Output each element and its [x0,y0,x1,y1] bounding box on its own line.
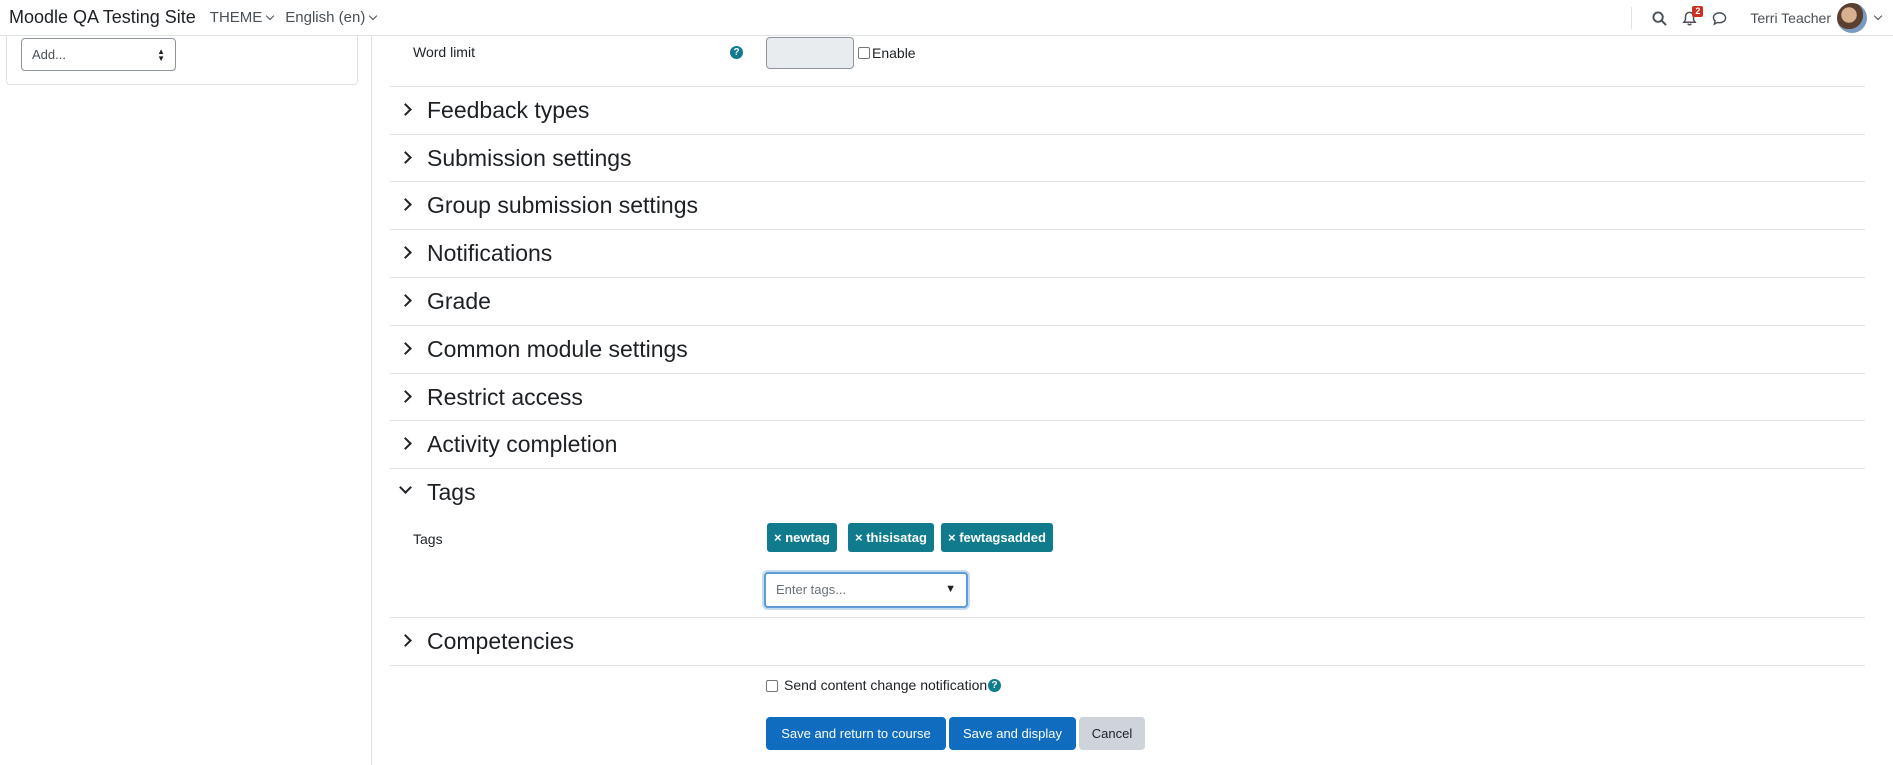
word-limit-label: Word limit [413,44,475,60]
section-title: Activity completion [427,431,618,457]
chevron-right-icon [399,151,412,164]
navbar-divider [1631,7,1633,29]
section-group-submission-settings[interactable]: Group submission settings [390,181,1865,229]
tag-newtag[interactable]: × newtag [767,523,837,552]
user-menu-name[interactable]: Terri Teacher [1750,10,1831,26]
language-menu[interactable]: English (en) [285,9,378,26]
left-drawer: Add... ▲ ▼ [0,36,372,765]
select-arrows-icon: ▲ ▼ [157,47,165,63]
word-limit-enable-checkbox[interactable] [858,47,870,59]
add-block-select-value: Add... [32,47,66,62]
section-title: Submission settings [427,145,632,171]
chevron-right-icon [399,246,412,259]
chevron-down-icon[interactable] [1873,11,1883,21]
section-common-module-settings[interactable]: Common module settings [390,325,1865,373]
send-notification-checkbox[interactable] [766,680,778,692]
save-and-return-button[interactable]: Save and return to course [766,717,946,750]
section-submission-settings[interactable]: Submission settings [390,134,1865,182]
tags-label: Tags [413,531,443,547]
section-title: Grade [427,288,491,314]
tags-row: Tags × newtag × thisisatag × fewtagsadde… [390,520,1865,620]
section-title: Competencies [427,628,575,654]
chevron-down-icon [266,11,275,20]
search-button[interactable] [1646,5,1672,31]
dropdown-arrow-icon[interactable]: ▼ [945,583,956,595]
section-restrict-access[interactable]: Restrict access [390,373,1865,421]
help-icon[interactable]: ? [988,679,1001,692]
search-icon [1652,10,1667,26]
section-title: Feedback types [427,97,590,123]
section-activity-completion[interactable]: Activity completion [390,420,1865,468]
word-limit-row: Word limit ? Enable [390,36,1865,86]
site-brand[interactable]: Moodle QA Testing Site [9,7,196,28]
section-tags[interactable]: Tags [390,468,1865,516]
tags-input-placeholder: Enter tags... [776,582,847,597]
chevron-right-icon [399,437,412,450]
avatar[interactable] [1837,3,1867,33]
add-block: Add... ▲ ▼ [6,36,358,85]
theme-menu[interactable]: THEME [209,9,275,26]
chevron-right-icon [399,294,412,307]
word-limit-input[interactable] [766,37,854,69]
tag-fewtagsadded[interactable]: × fewtagsadded [941,523,1053,552]
navbar-right: 2 Terri Teacher [1631,0,1883,36]
main-form: Word limit ? Enable Feedback types Submi… [390,36,1865,765]
notifications-button[interactable]: 2 [1676,5,1704,31]
navbar: Moodle QA Testing Site THEME English (en… [0,0,1893,36]
send-notification-label: Send content change notification [784,677,988,693]
tag-thisisatag[interactable]: × thisisatag [848,523,934,552]
section-title: Tags [427,479,476,505]
section-title: Restrict access [427,384,583,410]
add-block-select[interactable]: Add... ▲ ▼ [21,38,176,71]
section-notifications[interactable]: Notifications [390,229,1865,277]
theme-menu-label: THEME [209,9,263,26]
notification-count-badge: 2 [1692,6,1704,17]
messages-button[interactable] [1706,5,1732,31]
chevron-right-icon [399,634,412,647]
chevron-down-icon [399,481,412,494]
cancel-button[interactable]: Cancel [1079,717,1145,750]
chevron-right-icon [399,342,412,355]
chevron-right-icon [399,390,412,403]
chevron-down-icon [369,11,378,20]
chevron-right-icon [399,103,412,116]
section-competencies[interactable]: Competencies [390,617,1865,665]
tags-input[interactable]: Enter tags... ▼ [764,572,968,608]
section-feedback-types[interactable]: Feedback types [390,86,1865,134]
chat-icon [1712,11,1727,25]
help-icon[interactable]: ? [730,46,743,59]
section-title: Group submission settings [427,192,699,218]
section-title: Notifications [427,240,553,266]
enable-label: Enable [872,45,916,61]
language-menu-label: English (en) [285,9,366,26]
section-grade[interactable]: Grade [390,277,1865,325]
chevron-right-icon [399,198,412,211]
notification-row: Send content change notification ? [390,665,1865,707]
save-and-display-button[interactable]: Save and display [949,717,1076,750]
section-title: Common module settings [427,336,688,362]
